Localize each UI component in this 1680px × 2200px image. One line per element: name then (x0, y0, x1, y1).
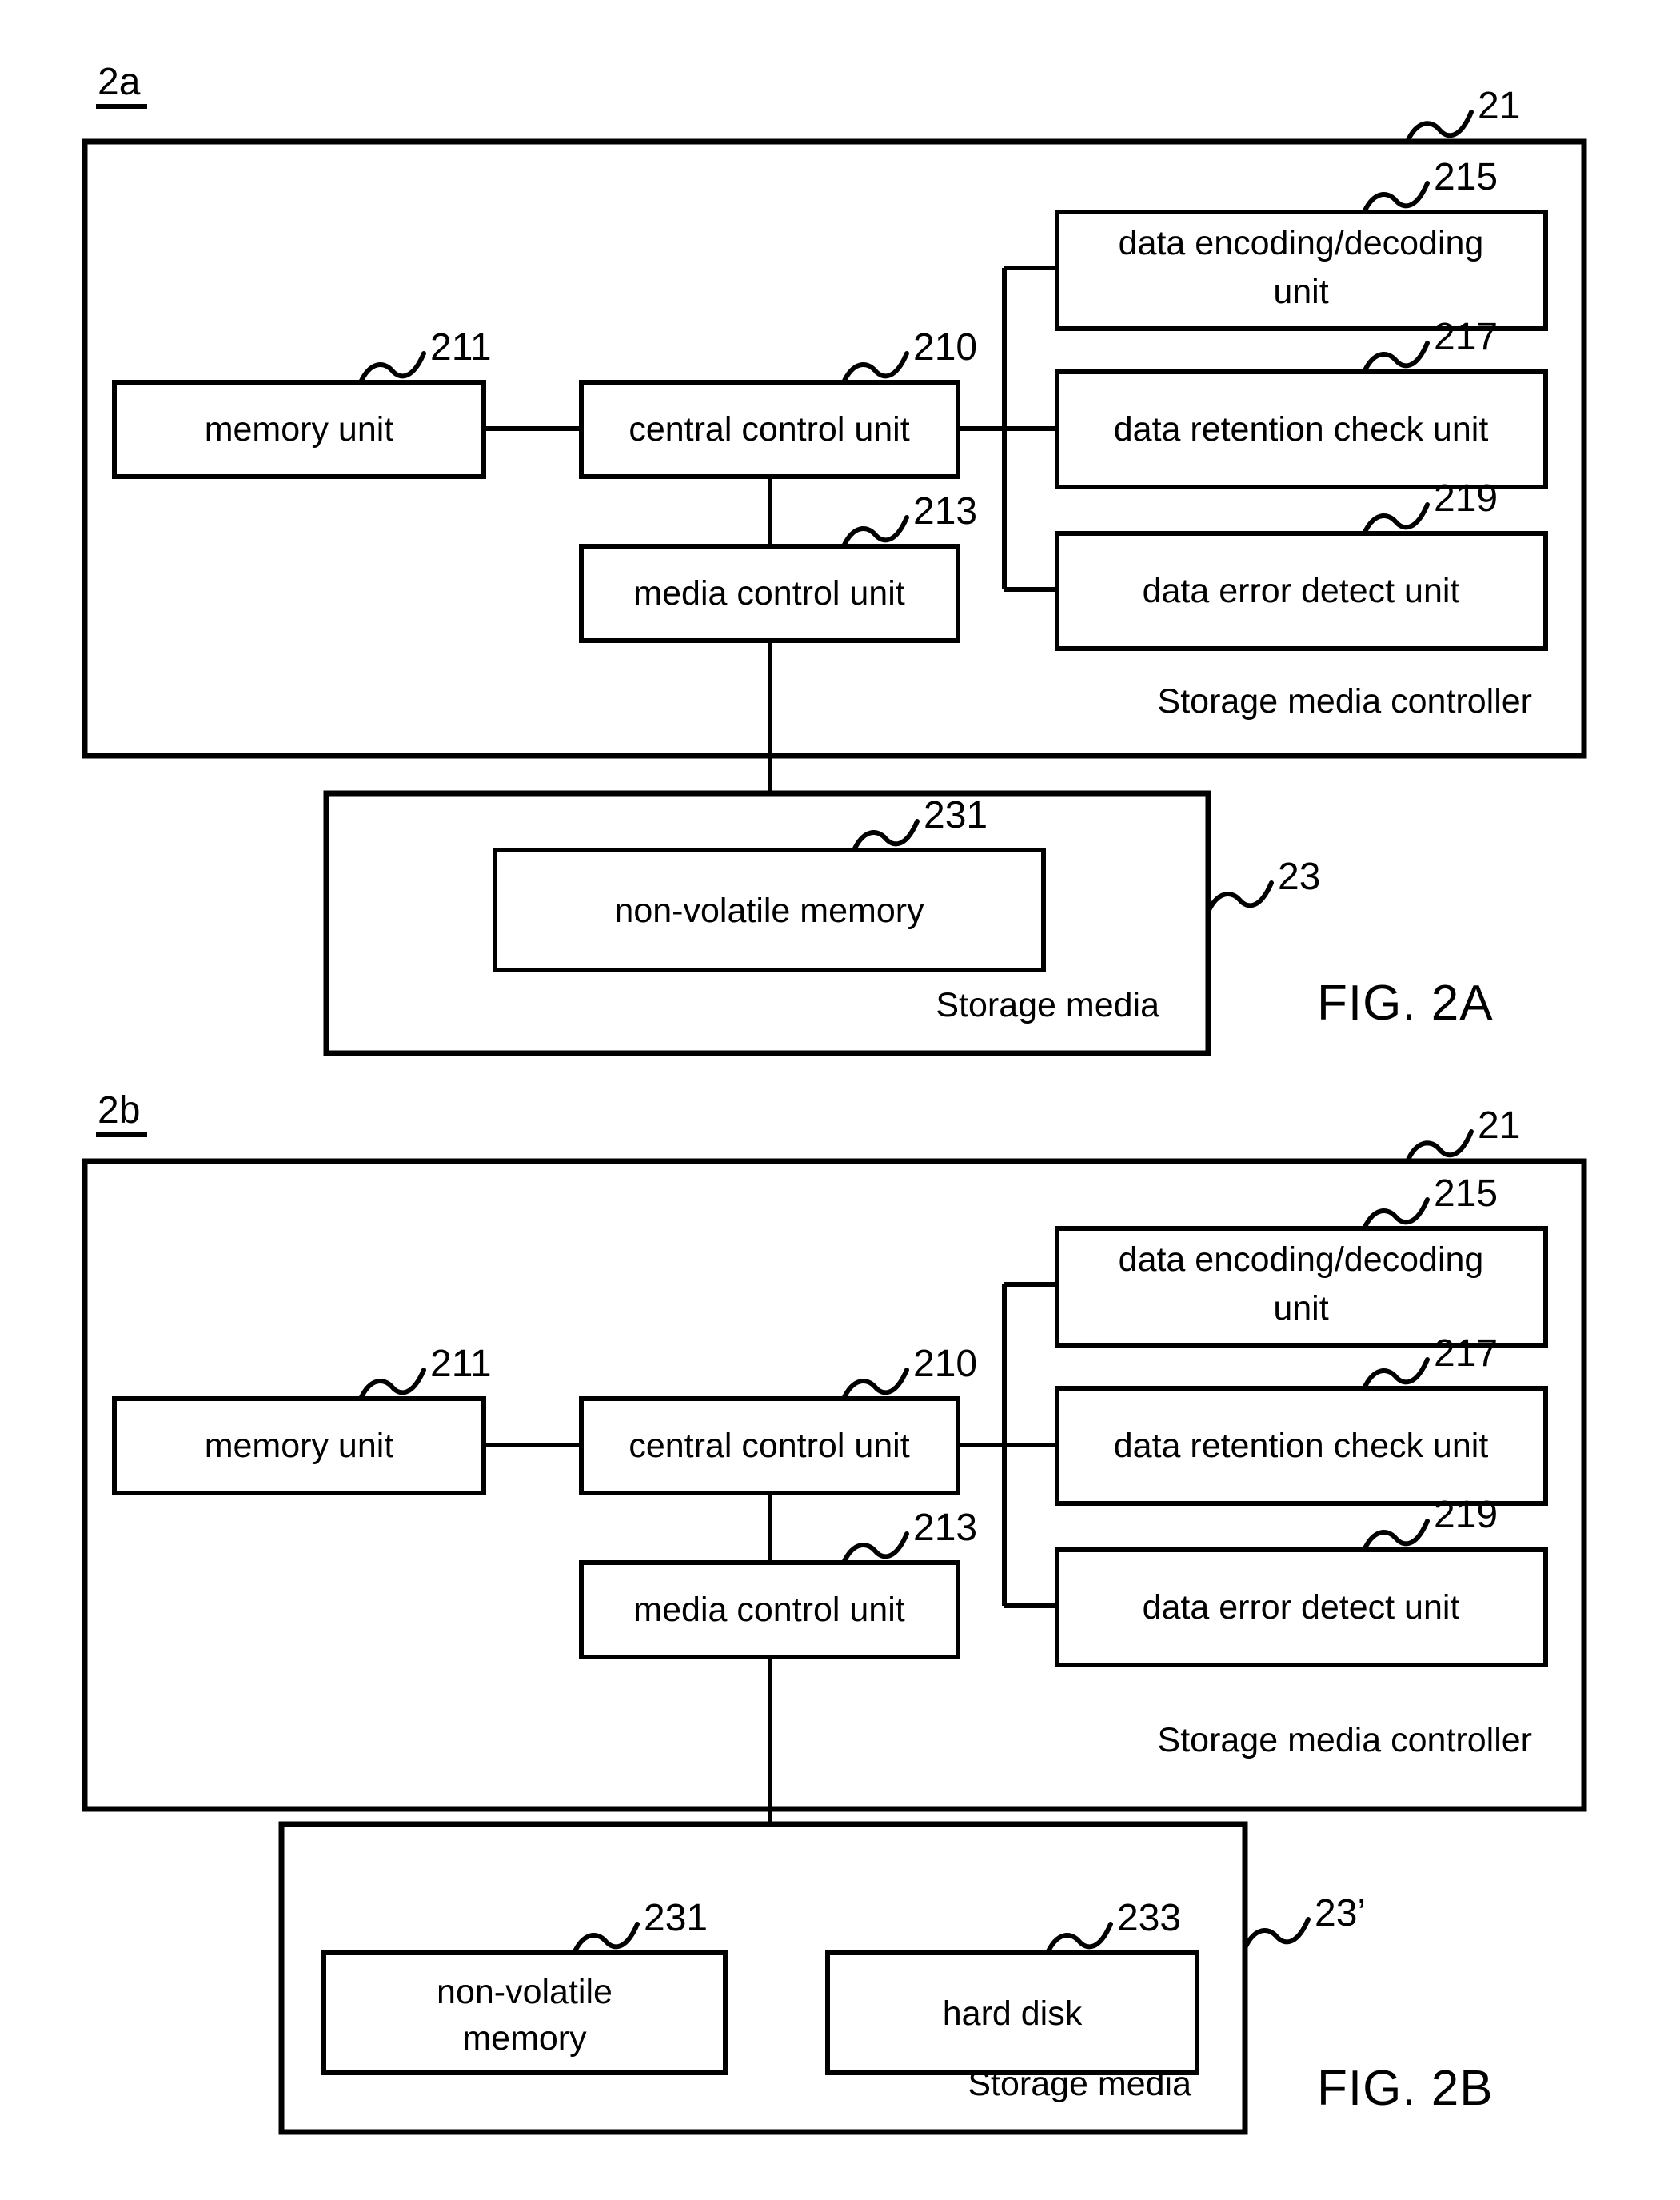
ref-number-23-2a: 23 (1278, 856, 1320, 898)
ref-number-231-2a: 231 (924, 794, 988, 836)
block-label-data-encoding-line2-2a: unit (1273, 273, 1328, 311)
ref-number-213-2a: 213 (913, 490, 977, 533)
panel-label-2b: 2b (98, 1089, 140, 1132)
ref-number-231-2b: 231 (644, 1897, 708, 1939)
patent-figure-sheet: 2a 21 Storage media controller memory un… (0, 0, 1680, 2200)
block-label-central-control-unit-2b: central control unit (629, 1427, 909, 1465)
storage-media-label-2a: Storage media (936, 986, 1159, 1024)
ref-number-233-2b: 233 (1117, 1897, 1181, 1939)
block-label-media-control-unit-2a: media control unit (633, 574, 904, 613)
block-label-data-encoding-line2-2b: unit (1273, 1289, 1328, 1328)
ref-number-21-2a: 21 (1478, 85, 1520, 127)
block-label-non-volatile-memory-line2-2b: memory (462, 2019, 587, 2058)
leader-line-ref-23-2a (1206, 880, 1274, 914)
ref-number-219-2b: 219 (1434, 1494, 1498, 1536)
block-label-memory-unit-2a: memory unit (205, 410, 394, 449)
ref-number-219-2a: 219 (1434, 477, 1498, 520)
ref-number-21-2b: 21 (1478, 1104, 1520, 1147)
figure-caption-2b: FIG. 2B (1317, 2061, 1494, 2116)
block-label-data-retention-2b: data retention check unit (1114, 1427, 1489, 1465)
figure-sheet-canvas: 2a 21 Storage media controller memory un… (82, 61, 1587, 2135)
figure-2a: 2a 21 Storage media controller memory un… (82, 61, 1587, 1056)
block-label-data-encoding-line1-2b: data encoding/decoding (1119, 1240, 1484, 1279)
ref-number-215-2a: 215 (1434, 156, 1498, 198)
ref-number-217-2a: 217 (1434, 316, 1498, 358)
block-label-non-volatile-memory-line1-2b: non-volatile (437, 1973, 613, 2011)
storage-media-controller-label-2b: Storage media controller (1158, 1721, 1532, 1759)
figure-caption-2a: FIG. 2A (1317, 976, 1494, 1031)
block-label-data-encoding-line1-2a: data encoding/decoding (1119, 224, 1484, 262)
block-label-data-error-2b: data error detect unit (1143, 1588, 1460, 1627)
figure-2b: 2b 21 Storage media controller memory un… (82, 1089, 1587, 2135)
leader-line-ref-23prime-2b (1243, 1917, 1311, 1950)
block-label-non-volatile-memory-2a: non-volatile memory (614, 892, 924, 930)
ref-number-215-2b: 215 (1434, 1172, 1498, 1215)
ref-number-217-2b: 217 (1434, 1332, 1498, 1375)
ref-number-210-2a: 210 (913, 326, 977, 369)
leader-line-ref-21-2a (1405, 110, 1474, 144)
leader-line-ref-21-2b (1405, 1129, 1474, 1164)
ref-number-210-2b: 210 (913, 1343, 977, 1385)
block-label-hard-disk-2b: hard disk (943, 1994, 1083, 2033)
block-label-central-control-unit-2a: central control unit (629, 410, 909, 449)
ref-number-213-2b: 213 (913, 1507, 977, 1549)
block-label-media-control-unit-2b: media control unit (633, 1591, 904, 1629)
ref-number-211-2b: 211 (430, 1343, 492, 1385)
ref-number-23prime-2b: 23’ (1315, 1892, 1366, 1934)
block-label-data-retention-2a: data retention check unit (1114, 410, 1489, 449)
storage-media-controller-label-2a: Storage media controller (1158, 682, 1532, 721)
ref-number-211-2a: 211 (430, 326, 492, 369)
block-label-data-error-2a: data error detect unit (1143, 572, 1460, 610)
block-label-memory-unit-2b: memory unit (205, 1427, 394, 1465)
panel-label-2a: 2a (98, 61, 141, 103)
